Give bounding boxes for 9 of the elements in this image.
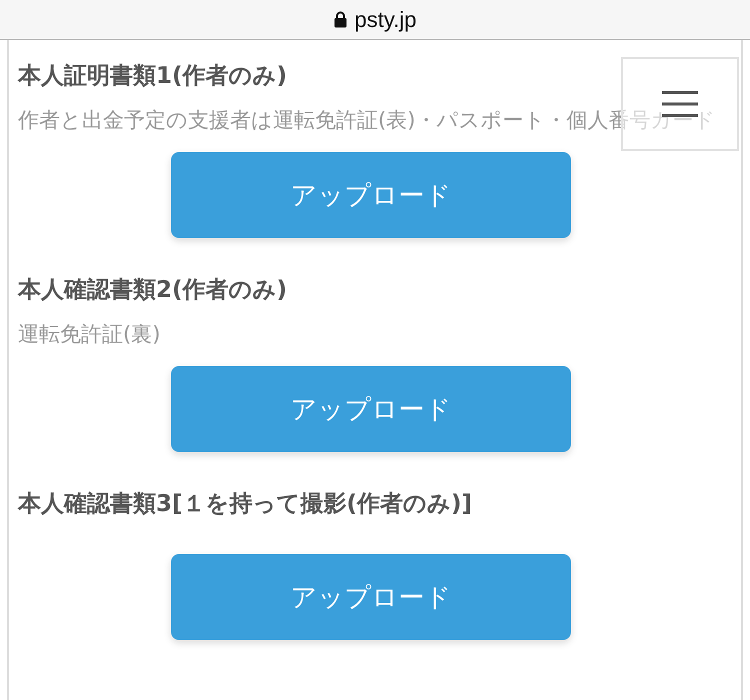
- upload-button[interactable]: アップロード: [171, 554, 571, 640]
- url-text[interactable]: psty.jp: [354, 6, 416, 32]
- lock-icon: [334, 11, 347, 28]
- section-title: 本人確認書類3[１を持って撮影(作者のみ)]: [18, 490, 474, 519]
- section-title: 本人証明書類1(作者のみ): [18, 62, 288, 91]
- upload-button[interactable]: アップロード: [171, 366, 571, 452]
- upload-button[interactable]: アップロード: [171, 152, 571, 238]
- section-description: 運転免許証(裏): [18, 321, 162, 348]
- section-title: 本人確認書類2(作者のみ): [18, 276, 288, 305]
